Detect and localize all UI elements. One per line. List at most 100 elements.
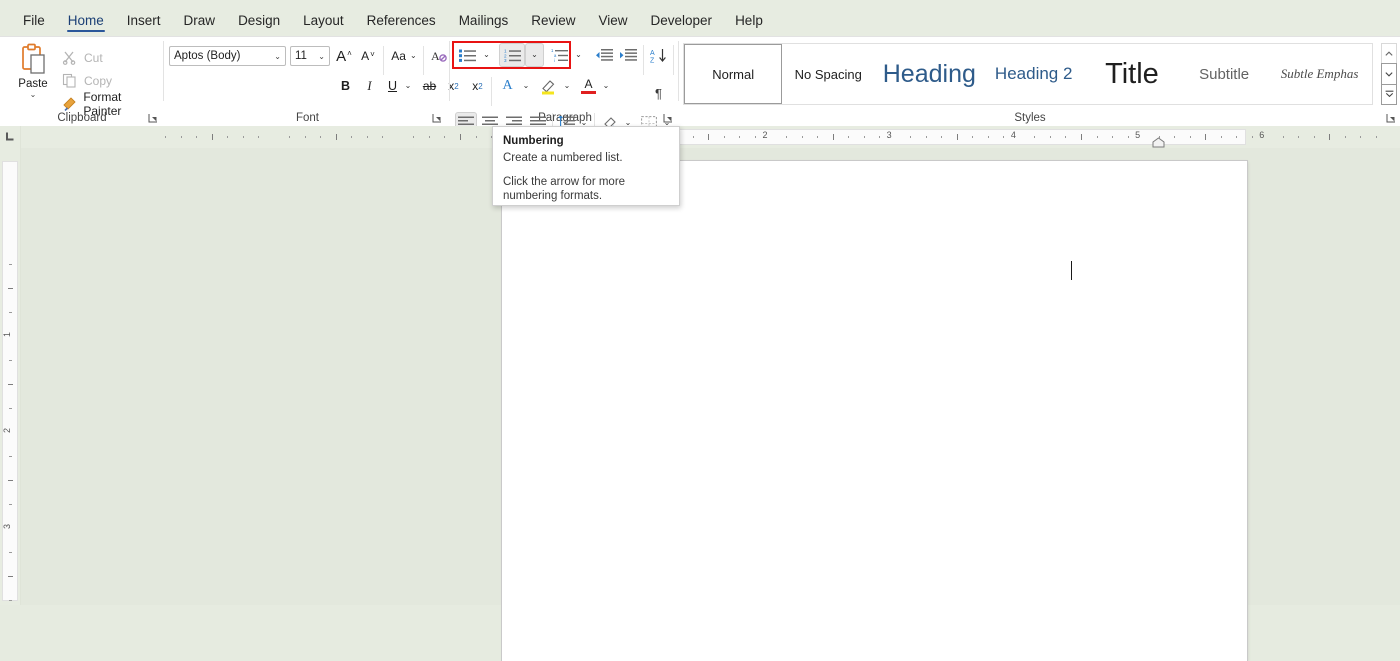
shrink-font-label: A xyxy=(361,49,370,63)
ruler-minor-tick xyxy=(910,136,912,138)
styles-scroll-down-button[interactable] xyxy=(1381,63,1397,84)
ruler-minor-tick xyxy=(832,134,834,140)
ruler-minor-tick xyxy=(196,136,198,138)
ribbon-tab-mailings[interactable]: Mailings xyxy=(448,8,520,33)
style-item-subtle-emphas[interactable]: Subtle Emphas xyxy=(1267,44,1372,104)
ruler-minor-tick xyxy=(987,136,989,138)
numbering-button[interactable]: 1 2 3 xyxy=(499,43,525,67)
shrink-font-button[interactable]: A ˅ xyxy=(357,44,379,68)
ruler-minor-tick xyxy=(1096,136,1098,138)
italic-button[interactable]: I xyxy=(359,75,380,97)
font-dialog-launcher[interactable] xyxy=(432,113,442,123)
left-tab-stop-icon[interactable] xyxy=(3,130,17,144)
styles-scroll-up-button[interactable] xyxy=(1381,43,1397,64)
group-styles: Normal No Spacing Heading Heading 2 Title Sub… xyxy=(680,37,1400,127)
svg-text:A: A xyxy=(431,49,440,63)
style-item-heading-2[interactable]: Heading 2 xyxy=(985,44,1083,104)
bold-button[interactable]: B xyxy=(335,75,356,97)
vruler-tick-2: 2 xyxy=(2,428,12,434)
ruler-minor-tick xyxy=(475,136,477,138)
ruler-tick-5: 5 xyxy=(1135,130,1141,140)
copy-label: Copy xyxy=(84,73,113,88)
document-canvas[interactable] xyxy=(21,148,1400,661)
group-separator xyxy=(678,41,679,101)
ribbon-tab-help[interactable]: Help xyxy=(724,8,774,33)
ruler-minor-tick xyxy=(941,136,943,138)
paste-button[interactable]: Paste ⌄ xyxy=(12,43,54,117)
ribbon-tab-file[interactable]: File xyxy=(12,8,56,33)
clear-formatting-button[interactable]: A xyxy=(427,44,451,68)
numbering-dropdown[interactable]: ⌄ xyxy=(525,43,544,67)
style-item-heading[interactable]: Heading xyxy=(874,44,984,104)
font-name-combobox[interactable]: Aptos (Body) ⌄ xyxy=(169,46,286,66)
change-case-button[interactable]: Aa ⌄ xyxy=(387,44,421,68)
bullets-button[interactable] xyxy=(455,44,479,66)
ribbon-tab-insert[interactable]: Insert xyxy=(116,8,172,33)
ruler-minor-tick xyxy=(1329,134,1331,140)
multilevel-list-dropdown[interactable]: ⌄ xyxy=(571,44,586,66)
style-item-normal[interactable]: Normal xyxy=(684,44,783,104)
ruler-minor-tick xyxy=(1127,136,1129,138)
clipboard-dialog-launcher[interactable] xyxy=(148,113,158,123)
ruler-minor-tick xyxy=(1375,136,1377,138)
vertical-ruler[interactable]: 1234 xyxy=(0,126,21,605)
strikethrough-button[interactable]: ab xyxy=(419,75,440,97)
ruler-minor-tick xyxy=(242,136,244,138)
bullets-dropdown[interactable]: ⌄ xyxy=(479,44,494,66)
ruler-minor-tick xyxy=(1360,136,1362,138)
right-indent-marker[interactable] xyxy=(1152,135,1165,148)
ribbon-tab-review[interactable]: Review xyxy=(520,8,586,33)
multilevel-list-button[interactable]: 1 a i xyxy=(547,44,571,66)
underline-dropdown[interactable]: ⌄ xyxy=(401,75,415,97)
ribbon-tab-view[interactable]: View xyxy=(587,8,638,33)
ruler-minor-tick xyxy=(180,136,182,138)
ruler-minor-tick xyxy=(1220,136,1222,138)
vruler-minor-tick xyxy=(8,576,13,577)
style-item-no-spacing[interactable]: No Spacing xyxy=(782,44,874,104)
cut-label: Cut xyxy=(84,50,103,65)
show-formatting-marks-button[interactable]: ¶ xyxy=(648,82,669,104)
grow-font-button[interactable]: A ˄ xyxy=(333,44,355,68)
document-page[interactable] xyxy=(502,161,1247,661)
horizontal-ruler[interactable]: 2 3 4 5 6 xyxy=(20,126,1400,149)
ribbon-tab-layout[interactable]: Layout xyxy=(292,8,355,33)
vruler-minor-tick xyxy=(8,384,13,385)
ribbon-tab-home[interactable]: Home xyxy=(57,8,115,33)
ruler-minor-tick xyxy=(1298,136,1300,138)
increase-indent-icon xyxy=(620,48,637,61)
grow-font-label: A xyxy=(336,47,347,65)
clipboard-group-label: Clipboard xyxy=(57,112,107,124)
ribbon-tabs: File Home Insert Draw Design Layout References… xyxy=(0,0,1400,40)
ribbon-tab-developer[interactable]: Developer xyxy=(640,8,724,33)
vruler-minor-tick xyxy=(9,504,12,505)
paste-dropdown-caret[interactable]: ⌄ xyxy=(30,91,37,99)
cut-button[interactable]: Cut xyxy=(58,47,107,68)
ribbon-tab-draw[interactable]: Draw xyxy=(173,8,227,33)
underline-button[interactable]: U xyxy=(382,75,403,97)
ruler-minor-tick xyxy=(801,136,803,138)
styles-more-button[interactable] xyxy=(1381,83,1397,105)
sort-button[interactable]: A Z xyxy=(647,44,671,66)
vruler-tick-1: 1 xyxy=(2,332,12,338)
decrease-indent-button[interactable] xyxy=(592,44,616,66)
numbering-tooltip: Numbering Create a numbered list. Click … xyxy=(492,126,680,206)
font-size-combobox[interactable]: 11 ⌄ xyxy=(290,46,330,66)
style-item-title[interactable]: Title xyxy=(1083,44,1181,104)
decrease-indent-icon xyxy=(596,48,613,61)
ruler-minor-tick xyxy=(739,136,741,138)
increase-indent-button[interactable] xyxy=(616,44,640,66)
tooltip-hint-line2: numbering formats. xyxy=(503,190,603,202)
style-item-subtitle[interactable]: Subtitle xyxy=(1181,44,1267,104)
ribbon-tab-design[interactable]: Design xyxy=(227,8,291,33)
ruler-minor-tick xyxy=(754,136,756,138)
copy-button[interactable]: Copy xyxy=(58,70,116,91)
svg-text:A: A xyxy=(650,50,655,57)
word-application-window: File Home Insert Draw Design Layout References… xyxy=(0,0,1400,661)
change-case-label: Aa xyxy=(391,49,406,63)
ruler-minor-tick xyxy=(692,136,694,138)
styles-dialog-launcher[interactable] xyxy=(1386,113,1396,123)
styles-group-label: Styles xyxy=(1014,112,1046,124)
format-painter-button[interactable]: Format Painter xyxy=(58,90,164,118)
ribbon-tab-references[interactable]: References xyxy=(356,8,447,33)
tooltip-description: Create a numbered list. xyxy=(503,152,623,164)
